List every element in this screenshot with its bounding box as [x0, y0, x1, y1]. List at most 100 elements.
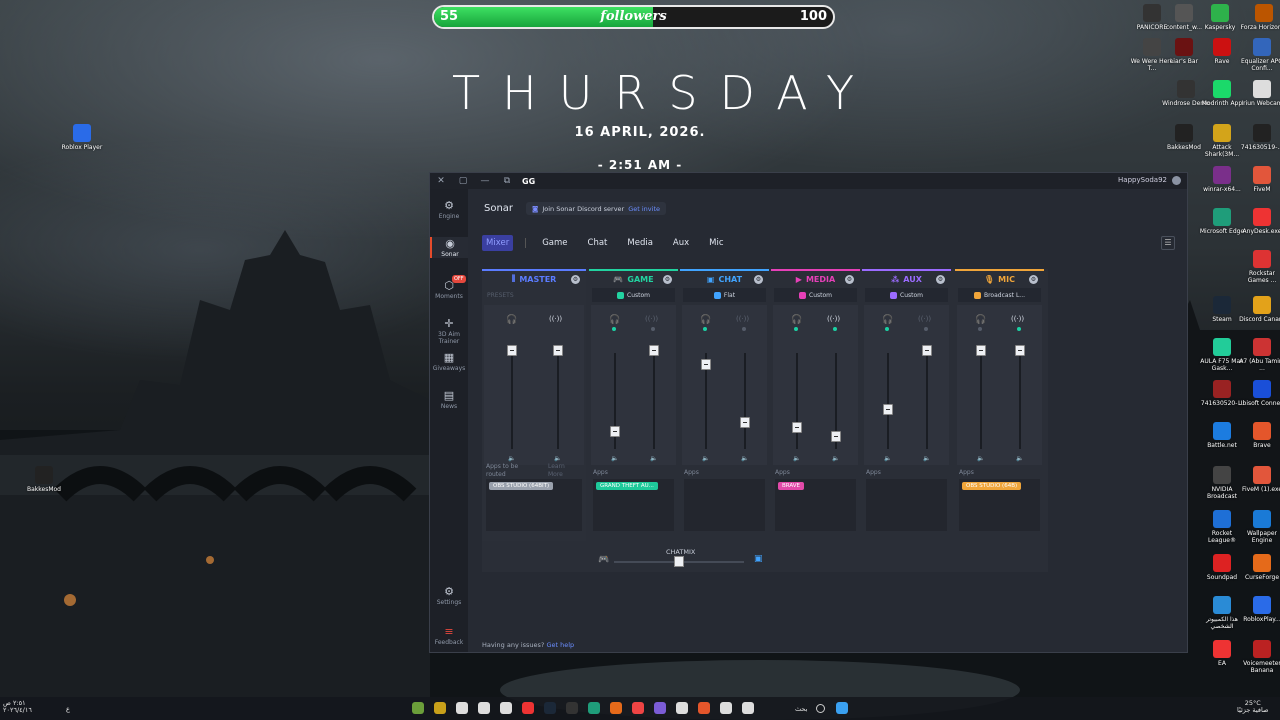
tab-game[interactable]: Game — [538, 235, 571, 251]
channel-settings-gear-icon[interactable]: ⚙ — [1029, 275, 1038, 284]
right-volume-slider[interactable] — [831, 353, 841, 449]
app-chip[interactable]: BRAVE — [778, 482, 805, 490]
left-volume-slider[interactable] — [507, 345, 517, 449]
preset-selector[interactable]: Broadcast L... — [958, 288, 1041, 302]
link-icon[interactable]: ⧉ — [496, 176, 518, 186]
broadcast-icon[interactable]: ((·)) — [918, 315, 931, 323]
mute-icon[interactable]: 🔈 — [508, 455, 515, 462]
taskbar-clock[interactable]: ٢:٥١ ص ٢٠٢٦/٤/١٦ — [3, 700, 32, 714]
taskbar-search[interactable]: بحث — [795, 705, 807, 713]
taskbar-app-icon[interactable] — [522, 702, 534, 714]
desktop-icon[interactable]: AnyDesk.exe — [1238, 208, 1280, 235]
taskbar-app-icon[interactable] — [698, 702, 710, 714]
slider-handle[interactable] — [976, 345, 986, 356]
chatmix-slider-handle[interactable] — [674, 556, 684, 567]
tab-media[interactable]: Media — [623, 235, 657, 251]
mute-icon[interactable]: 🔈 — [650, 455, 657, 462]
taskbar-app-icon[interactable] — [412, 702, 424, 714]
sidebar-item-moments[interactable]: ⬡ Moments OFF — [430, 275, 468, 300]
channel-settings-gear-icon[interactable]: ⚙ — [936, 275, 945, 284]
mute-icon[interactable]: 🔈 — [923, 455, 930, 462]
learn-more-link[interactable]: Learn More — [548, 463, 565, 479]
slider-handle[interactable] — [792, 422, 802, 433]
taskbar-app-icon[interactable] — [676, 702, 688, 714]
routed-apps-box[interactable]: OBS STUDIO (64B) — [959, 479, 1040, 531]
left-volume-slider[interactable] — [701, 353, 711, 449]
channel-settings-gear-icon[interactable]: ⚙ — [571, 275, 580, 284]
sidebar-item-news[interactable]: ▤ News — [430, 389, 468, 410]
start-button-icon[interactable] — [836, 702, 848, 714]
discord-invite-banner[interactable]: ◙ Join Sonar Discord server Get invite — [526, 202, 666, 215]
slider-handle[interactable] — [507, 345, 517, 356]
tab-mic[interactable]: Mic — [705, 235, 727, 251]
taskbar-app-icon[interactable] — [632, 702, 644, 714]
app-chip[interactable]: OBS STUDIO (64B) — [962, 482, 1022, 490]
taskbar-app-icon[interactable] — [588, 702, 600, 714]
preset-selector[interactable]: Custom — [865, 288, 948, 302]
sidebar-item-giveaways[interactable]: ▦ Giveaways — [430, 351, 468, 372]
tab-mixer[interactable]: Mixer — [482, 235, 514, 251]
sidebar-item-3d-aim-trainer[interactable]: ✛ 3D Aim Trainer — [430, 317, 468, 345]
headphones-icon[interactable]: 🎧 — [506, 315, 517, 325]
desktop-icon[interactable]: FiveM — [1238, 166, 1280, 193]
taskbar-app-icon[interactable] — [720, 702, 732, 714]
desktop-icon[interactable]: 741630519-... — [1238, 124, 1280, 151]
taskbar-app-icon[interactable] — [610, 702, 622, 714]
desktop-icon[interactable]: Wallpaper Engine — [1238, 510, 1280, 544]
right-volume-slider[interactable] — [922, 345, 932, 449]
mute-icon[interactable]: 🔈 — [793, 455, 800, 462]
sidebar-item-settings[interactable]: ⚙ Settings — [430, 585, 468, 606]
input-language[interactable]: ع — [66, 705, 70, 713]
broadcast-icon[interactable]: ((·)) — [827, 315, 840, 323]
taskbar-app-icon[interactable] — [544, 702, 556, 714]
desktop-icon[interactable]: FiveM (1).exe — [1238, 466, 1280, 493]
channel-settings-gear-icon[interactable]: ⚙ — [754, 275, 763, 284]
slider-handle[interactable] — [883, 404, 893, 415]
sidebar-item-feedback[interactable]: ≡ Feedback — [430, 625, 468, 646]
desktop-icon[interactable]: Iriun Webcam — [1238, 80, 1280, 107]
taskbar-app-icon[interactable] — [500, 702, 512, 714]
broadcast-icon[interactable]: ((·)) — [549, 315, 562, 323]
left-volume-slider[interactable] — [976, 345, 986, 449]
slider-handle[interactable] — [610, 426, 620, 437]
username[interactable]: HappySoda92 — [1118, 176, 1167, 184]
desktop-icon[interactable]: Equalizer APO Confi... — [1238, 38, 1280, 72]
right-volume-slider[interactable] — [1015, 345, 1025, 449]
tab-aux[interactable]: Aux — [669, 235, 693, 251]
app-chip[interactable]: OBS STUDIO (64BIT) — [489, 482, 554, 490]
slider-handle[interactable] — [831, 431, 841, 442]
restore-button[interactable]: ▢ — [452, 176, 474, 186]
left-volume-slider[interactable] — [610, 353, 620, 449]
preset-selector[interactable]: Flat — [683, 288, 766, 302]
headphones-icon[interactable]: 🎧 — [975, 315, 986, 325]
sidebar-item-engine[interactable]: ⚙ Engine — [430, 199, 468, 220]
routed-apps-box[interactable] — [866, 479, 947, 531]
mute-icon[interactable]: 🔈 — [702, 455, 709, 462]
channel-settings-gear-icon[interactable]: ⚙ — [845, 275, 854, 284]
slider-handle[interactable] — [922, 345, 932, 356]
slider-handle[interactable] — [701, 359, 711, 370]
mute-icon[interactable]: 🔈 — [611, 455, 618, 462]
mute-icon[interactable]: 🔈 — [977, 455, 984, 462]
taskbar-app-icon[interactable] — [566, 702, 578, 714]
taskbar-app-icon[interactable] — [654, 702, 666, 714]
desktop-icon[interactable]: Discord Canary — [1238, 296, 1280, 323]
right-volume-slider[interactable] — [649, 345, 659, 449]
slider-handle[interactable] — [649, 345, 659, 356]
weather-widget[interactable]: 25°C صافية جزئيًا — [1237, 700, 1268, 714]
taskbar-app-icon[interactable] — [456, 702, 468, 714]
menu-button[interactable]: ☰ — [1161, 236, 1175, 250]
get-invite-link[interactable]: Get invite — [628, 205, 660, 213]
slider-handle[interactable] — [740, 417, 750, 428]
mute-icon[interactable]: 🔈 — [554, 455, 561, 462]
desktop-icon[interactable]: Forza Horizon 5 — [1240, 4, 1280, 31]
mute-icon[interactable]: 🔈 — [741, 455, 748, 462]
right-volume-slider[interactable] — [553, 345, 563, 449]
routed-apps-box[interactable]: BRAVE — [775, 479, 856, 531]
preset-selector[interactable]: Custom — [774, 288, 857, 302]
broadcast-icon[interactable]: ((·)) — [736, 315, 749, 323]
slider-handle[interactable] — [553, 345, 563, 356]
tab-chat[interactable]: Chat — [584, 235, 612, 251]
desktop-icon[interactable]: Kaspersky — [1196, 4, 1244, 31]
left-volume-slider[interactable] — [792, 353, 802, 449]
